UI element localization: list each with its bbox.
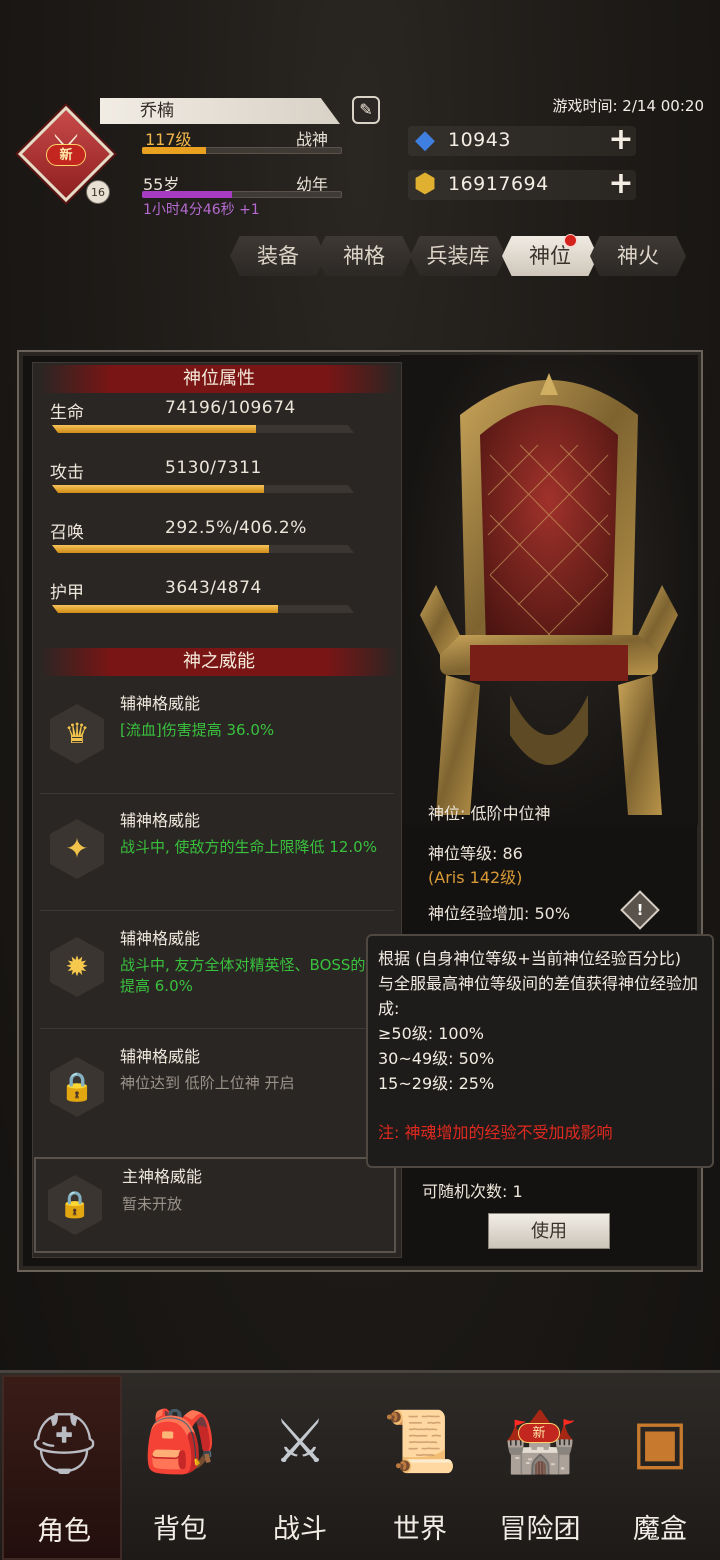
nav-world[interactable]: 📜 世界 [360, 1375, 480, 1560]
stat-armor-value: 3643/4874 [165, 578, 262, 598]
tab-godhood[interactable]: 神格 [316, 236, 412, 276]
exp-bonus-tooltip: 根据 (自身神位等级+当前神位经验百分比) 与全服最高神位等级间的差值获得神位经… [366, 934, 714, 1168]
tab-armory[interactable]: 兵装库 [410, 236, 506, 276]
throne-image [400, 355, 698, 825]
stat-attack-fill [52, 485, 264, 493]
main-power-desc: 暂未开放 [122, 1195, 183, 1213]
nav-label: 战斗 [273, 1514, 327, 1545]
stat-hp-fill [52, 425, 257, 433]
power-desc: 神位达到 低阶上位神 开启 [120, 1074, 295, 1092]
tab-bar: 装备 神格 兵装库 神位 神火 [230, 234, 700, 276]
nav-battle[interactable]: ⚔ 战斗 [240, 1375, 360, 1560]
add-gold-button[interactable]: + [606, 169, 636, 200]
tab-notification-dot [564, 234, 577, 247]
stat-armor-label: 护甲 [50, 583, 84, 603]
throne-icon [420, 373, 678, 815]
stat-attack-bar [52, 485, 354, 493]
power-item[interactable]: ✹ 辅神格威能 战斗中, 友方全体对精英怪、BOSS的伤害提高 6.0% [40, 915, 395, 1029]
nav-label: 背包 [153, 1514, 207, 1545]
stat-summon-label: 召唤 [50, 523, 84, 543]
main-power-title: 主神格威能 [122, 1167, 203, 1186]
tooltip-line: ≥50级: 100% [378, 1024, 484, 1043]
gems-value: 10943 [448, 129, 511, 151]
power-item[interactable]: ♛ 辅神格威能 [流血]伤害提高 36.0% [40, 680, 394, 794]
magic-box-icon: ▣ [631, 1407, 689, 1477]
stat-armor-bar [52, 605, 354, 613]
tab-god-position[interactable]: 神位 [502, 236, 598, 276]
stat-hp-value: 74196/109674 [165, 398, 296, 418]
aris-level: (Aris 142级) [428, 868, 523, 887]
new-badge: 新 [46, 144, 86, 166]
player-avatar-badge[interactable]: ⚔ 新 16 [17, 105, 115, 204]
stat-hp-bar [52, 425, 354, 433]
triquetra-icon: ✦ [50, 819, 104, 879]
stat-summon-fill [52, 545, 270, 553]
power-item[interactable]: ✦ 辅神格威能 战斗中, 使敌方的生命上限降低 12.0% [40, 797, 394, 911]
tooltip-line: 30~49级: 50% [378, 1049, 495, 1068]
god-rank: 神位: 低阶中位神 [428, 804, 551, 823]
level-progress-bar [142, 147, 342, 154]
lock-icon: 🔒 [48, 1175, 102, 1235]
avatar-level-badge: 16 [86, 180, 110, 204]
new-badge: 新 [518, 1423, 560, 1443]
gold-value: 16917694 [448, 173, 549, 195]
stat-attack-label: 攻击 [50, 463, 84, 483]
tab-god-fire[interactable]: 神火 [590, 236, 686, 276]
backpack-icon: 🎒 [142, 1407, 218, 1477]
stat-armor-fill [52, 605, 278, 613]
add-gems-button[interactable]: + [606, 125, 636, 156]
power-desc: 战斗中, 友方全体对精英怪、BOSS的伤害提高 6.0% [120, 956, 396, 995]
nav-adventure-guild[interactable]: 🏰 新 冒险团 [480, 1375, 600, 1560]
exp-bonus: 神位经验增加: 50% [428, 904, 571, 923]
nav-backpack[interactable]: 🎒 背包 [120, 1375, 240, 1560]
edit-icon: ✎ [359, 100, 373, 119]
stat-hp-label: 生命 [50, 403, 84, 423]
roll-count: 可随机次数: 1 [422, 1182, 523, 1201]
power-desc: 战斗中, 使敌方的生命上限降低 12.0% [120, 838, 377, 856]
blue-gem-icon: ◆ [415, 125, 435, 155]
age-progress-fill [142, 191, 232, 198]
gold-coin-icon: ⬢ [413, 169, 437, 199]
age-progress-bar [142, 191, 342, 198]
nav-character[interactable]: ⛑ 角色 [2, 1375, 122, 1560]
age-timer: 1小时4分46秒 +1 [143, 202, 260, 218]
currency-gems: ◆ 10943 + [408, 125, 636, 156]
stat-attack-value: 5130/7311 [165, 458, 262, 478]
stat-summon-bar [52, 545, 354, 553]
nav-magic-box[interactable]: ▣ 魔盒 [600, 1375, 720, 1560]
power-title: 辅神格威能 [120, 929, 201, 948]
god-level: 神位等级: 86 [428, 844, 523, 863]
scroll-map-icon: 📜 [382, 1407, 458, 1477]
crown-icon: ♛ [50, 704, 104, 764]
power-item-locked[interactable]: 🔒 辅神格威能 神位达到 低阶上位神 开启 [40, 1033, 394, 1147]
level-progress-fill [142, 147, 206, 154]
use-button[interactable]: 使用 [488, 1213, 610, 1249]
nav-label: 世界 [393, 1514, 447, 1545]
player-name: 乔楠 [100, 98, 340, 124]
nav-label: 角色 [37, 1516, 91, 1547]
attributes-title: 神位属性 [40, 365, 398, 393]
tab-equipment[interactable]: 装备 [230, 236, 326, 276]
main-power-box[interactable]: 🔒 主神格威能 暂未开放 [34, 1157, 396, 1253]
helmet-icon: ⛑ [25, 1409, 103, 1479]
tooltip-note: 注: 神魂增加的经验不受加成影响 [378, 1123, 613, 1142]
edit-name-button[interactable]: ✎ [352, 96, 380, 124]
power-title: 辅神格威能 [120, 811, 201, 830]
lock-icon: 🔒 [50, 1057, 104, 1117]
sun-icon: ✹ [50, 937, 104, 997]
nav-label: 冒险团 [499, 1514, 581, 1545]
tooltip-line: 15~29级: 25% [378, 1074, 495, 1093]
tooltip-line: 根据 (自身神位等级+当前神位经验百分比) 与全服最高神位等级间的差值获得神位经… [378, 949, 699, 1018]
stat-summon-value: 292.5%/406.2% [165, 518, 307, 538]
currency-gold: ⬢ 16917694 + [408, 169, 636, 200]
nav-label: 魔盒 [633, 1514, 687, 1545]
power-title: 辅神格威能 [120, 1047, 201, 1066]
game-time: 游戏时间: 2/14 00:20 [552, 97, 704, 115]
sword-shield-icon: ⚔ [273, 1407, 327, 1477]
power-desc: [流血]伤害提高 36.0% [120, 721, 275, 739]
power-title: 辅神格威能 [120, 694, 201, 713]
powers-title: 神之威能 [40, 648, 398, 676]
